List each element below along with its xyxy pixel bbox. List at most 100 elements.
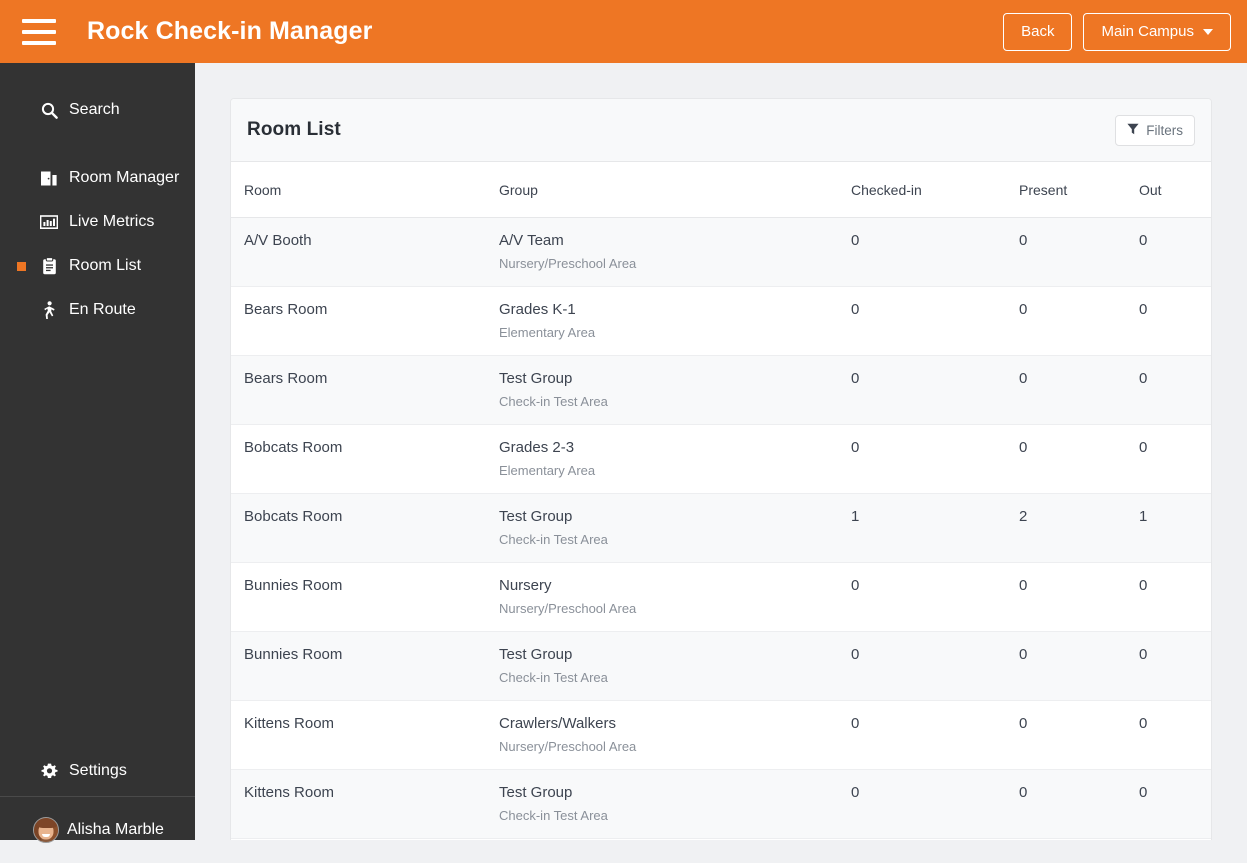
table-row[interactable]: Kittens Room Crawlers/Walkers Nursery/Pres… xyxy=(231,700,1211,770)
room-name: Kittens Room xyxy=(244,784,335,801)
cell-room: Bunnies Room xyxy=(231,631,499,701)
campus-selector-button[interactable]: Main Campus xyxy=(1083,12,1231,51)
cell-present: 0 xyxy=(1019,217,1139,287)
hamburger-menu-icon[interactable] xyxy=(22,18,56,45)
cell-out: 0 xyxy=(1139,424,1211,494)
cell-room: A/V Booth xyxy=(231,217,499,287)
table-row[interactable]: Bears Room Test Group Check-in Test Area 0 0… xyxy=(231,355,1211,425)
table-row[interactable]: A/V Booth A/V Team Nursery/Preschool Area 0… xyxy=(231,217,1211,287)
user-name: Alisha Marble xyxy=(67,821,164,838)
table-row[interactable]: Bunnies Room Test Group Check-in Test Area… xyxy=(231,631,1211,701)
cell-room: Bunnies Room xyxy=(231,562,499,632)
cell-checked-in: 0 xyxy=(851,424,1019,494)
table-row[interactable]: Bobcats Room Test Group Check-in Test Area… xyxy=(231,493,1211,563)
cell-group: Test Group Check-in Test Area xyxy=(499,631,851,701)
gear-icon xyxy=(38,763,60,780)
header-actions: Back Main Campus xyxy=(1003,12,1231,51)
sidebar-item-live-metrics[interactable]: Live Metrics xyxy=(0,207,195,237)
present-value: 2 xyxy=(1019,508,1028,525)
table-row[interactable]: Kittens Room Test Group Check-in Test Area… xyxy=(231,769,1211,839)
cell-room: Bears Room xyxy=(231,355,499,425)
group-name: Grades K-1 xyxy=(499,301,576,318)
cell-out: 1 xyxy=(1139,493,1211,563)
group-area: Check-in Test Area xyxy=(499,532,608,547)
column-header-checked-in[interactable]: Checked-in xyxy=(851,162,1019,218)
table-row[interactable]: Bunnies Room Nursery Nursery/Preschool Are… xyxy=(231,562,1211,632)
out-value: 0 xyxy=(1139,439,1148,456)
column-header-room[interactable]: Room xyxy=(231,162,499,218)
cell-group: Grades 2-3 Elementary Area xyxy=(499,424,851,494)
checked-in-value: 0 xyxy=(851,439,860,456)
column-header-group[interactable]: Group xyxy=(499,162,851,218)
group-name: Test Group xyxy=(499,508,573,525)
app-title: Rock Check-in Manager xyxy=(87,17,373,45)
sidebar-item-room-manager[interactable]: Room Manager xyxy=(0,163,195,193)
room-name: A/V Booth xyxy=(244,232,312,249)
present-value: 0 xyxy=(1019,232,1028,249)
table-row[interactable]: Bobcats Room Grades 2-3 Elementary Area 0 0 0 xyxy=(231,424,1211,494)
cell-present: 0 xyxy=(1019,286,1139,356)
group-area: Elementary Area xyxy=(499,463,596,478)
content-area: Room List Filters Room Group Checked-in … xyxy=(195,63,1247,840)
cell-present: 0 xyxy=(1019,769,1139,839)
checked-in-value: 0 xyxy=(851,646,860,663)
cell-group: Test Group Check-in Test Area xyxy=(499,493,851,563)
cell-present: 0 xyxy=(1019,355,1139,425)
present-value: 0 xyxy=(1019,370,1028,387)
cell-room: Bobcats Room xyxy=(231,493,499,563)
room-name: Bears Room xyxy=(244,370,328,387)
sidebar-item-en-route[interactable]: En Route xyxy=(0,295,195,325)
sidebar-item-label: Settings xyxy=(69,762,127,779)
sidebar-item-room-list[interactable]: Room List xyxy=(0,251,195,281)
hamburger-bar xyxy=(22,29,56,34)
room-list-card: Room List Filters Room Group Checked-in … xyxy=(230,98,1212,840)
group-name: Test Group xyxy=(499,370,573,387)
cell-present: 0 xyxy=(1019,562,1139,632)
cell-checked-in: 0 xyxy=(851,769,1019,839)
door-icon xyxy=(38,170,60,187)
cell-checked-in: 1 xyxy=(851,493,1019,563)
room-name: Bunnies Room xyxy=(244,577,343,594)
cell-checked-in: 0 xyxy=(851,355,1019,425)
sidebar-item-search[interactable]: Search xyxy=(0,95,195,125)
cell-checked-in: 0 xyxy=(851,217,1019,287)
sidebar-item-settings[interactable]: Settings xyxy=(0,756,195,786)
column-header-out[interactable]: Out xyxy=(1139,162,1211,218)
sidebar-item-label: Room List xyxy=(69,257,142,274)
back-button[interactable]: Back xyxy=(1003,12,1073,51)
cell-checked-in: 0 xyxy=(851,286,1019,356)
cell-group: Nursery Nursery/Preschool Area xyxy=(499,562,851,632)
cell-checked-in: 0 xyxy=(851,631,1019,701)
group-area: Check-in Test Area xyxy=(499,394,608,409)
out-value: 0 xyxy=(1139,784,1148,801)
cell-group: Test Group Check-in Test Area xyxy=(499,769,851,839)
present-value: 0 xyxy=(1019,301,1028,318)
table-row[interactable]: Bears Room Grades K-1 Elementary Area 0 0 0 xyxy=(231,286,1211,356)
walking-icon xyxy=(38,300,60,320)
cell-room: Kittens Room xyxy=(231,700,499,770)
group-area: Nursery/Preschool Area xyxy=(499,256,637,271)
cell-out: 0 xyxy=(1139,769,1211,839)
checked-in-value: 1 xyxy=(851,508,860,525)
cell-present: 0 xyxy=(1019,631,1139,701)
cell-out: 0 xyxy=(1139,286,1211,356)
user-profile-block[interactable]: Alisha Marble xyxy=(0,797,195,863)
out-value: 1 xyxy=(1139,508,1148,525)
cell-out: 0 xyxy=(1139,631,1211,701)
filters-button[interactable]: Filters xyxy=(1115,114,1195,146)
campus-selector-label: Main Campus xyxy=(1101,23,1194,40)
avatar xyxy=(33,817,59,843)
room-name: Kittens Room xyxy=(244,715,335,732)
app-header: Rock Check-in Manager Back Main Campus xyxy=(0,0,1247,63)
present-value: 0 xyxy=(1019,439,1028,456)
table-body: A/V Booth A/V Team Nursery/Preschool Area 0… xyxy=(231,217,1211,840)
cell-group: Crawlers/Walkers Nursery/Preschool Area xyxy=(499,700,851,770)
out-value: 0 xyxy=(1139,715,1148,732)
checked-in-value: 0 xyxy=(851,370,860,387)
sidebar: Search Room Manager Live Metrics Room Li… xyxy=(0,63,195,843)
filters-button-label: Filters xyxy=(1146,122,1183,138)
column-header-present[interactable]: Present xyxy=(1019,162,1139,218)
room-name: Bobcats Room xyxy=(244,508,343,525)
group-area: Nursery/Preschool Area xyxy=(499,739,637,754)
room-name: Bears Room xyxy=(244,301,328,318)
